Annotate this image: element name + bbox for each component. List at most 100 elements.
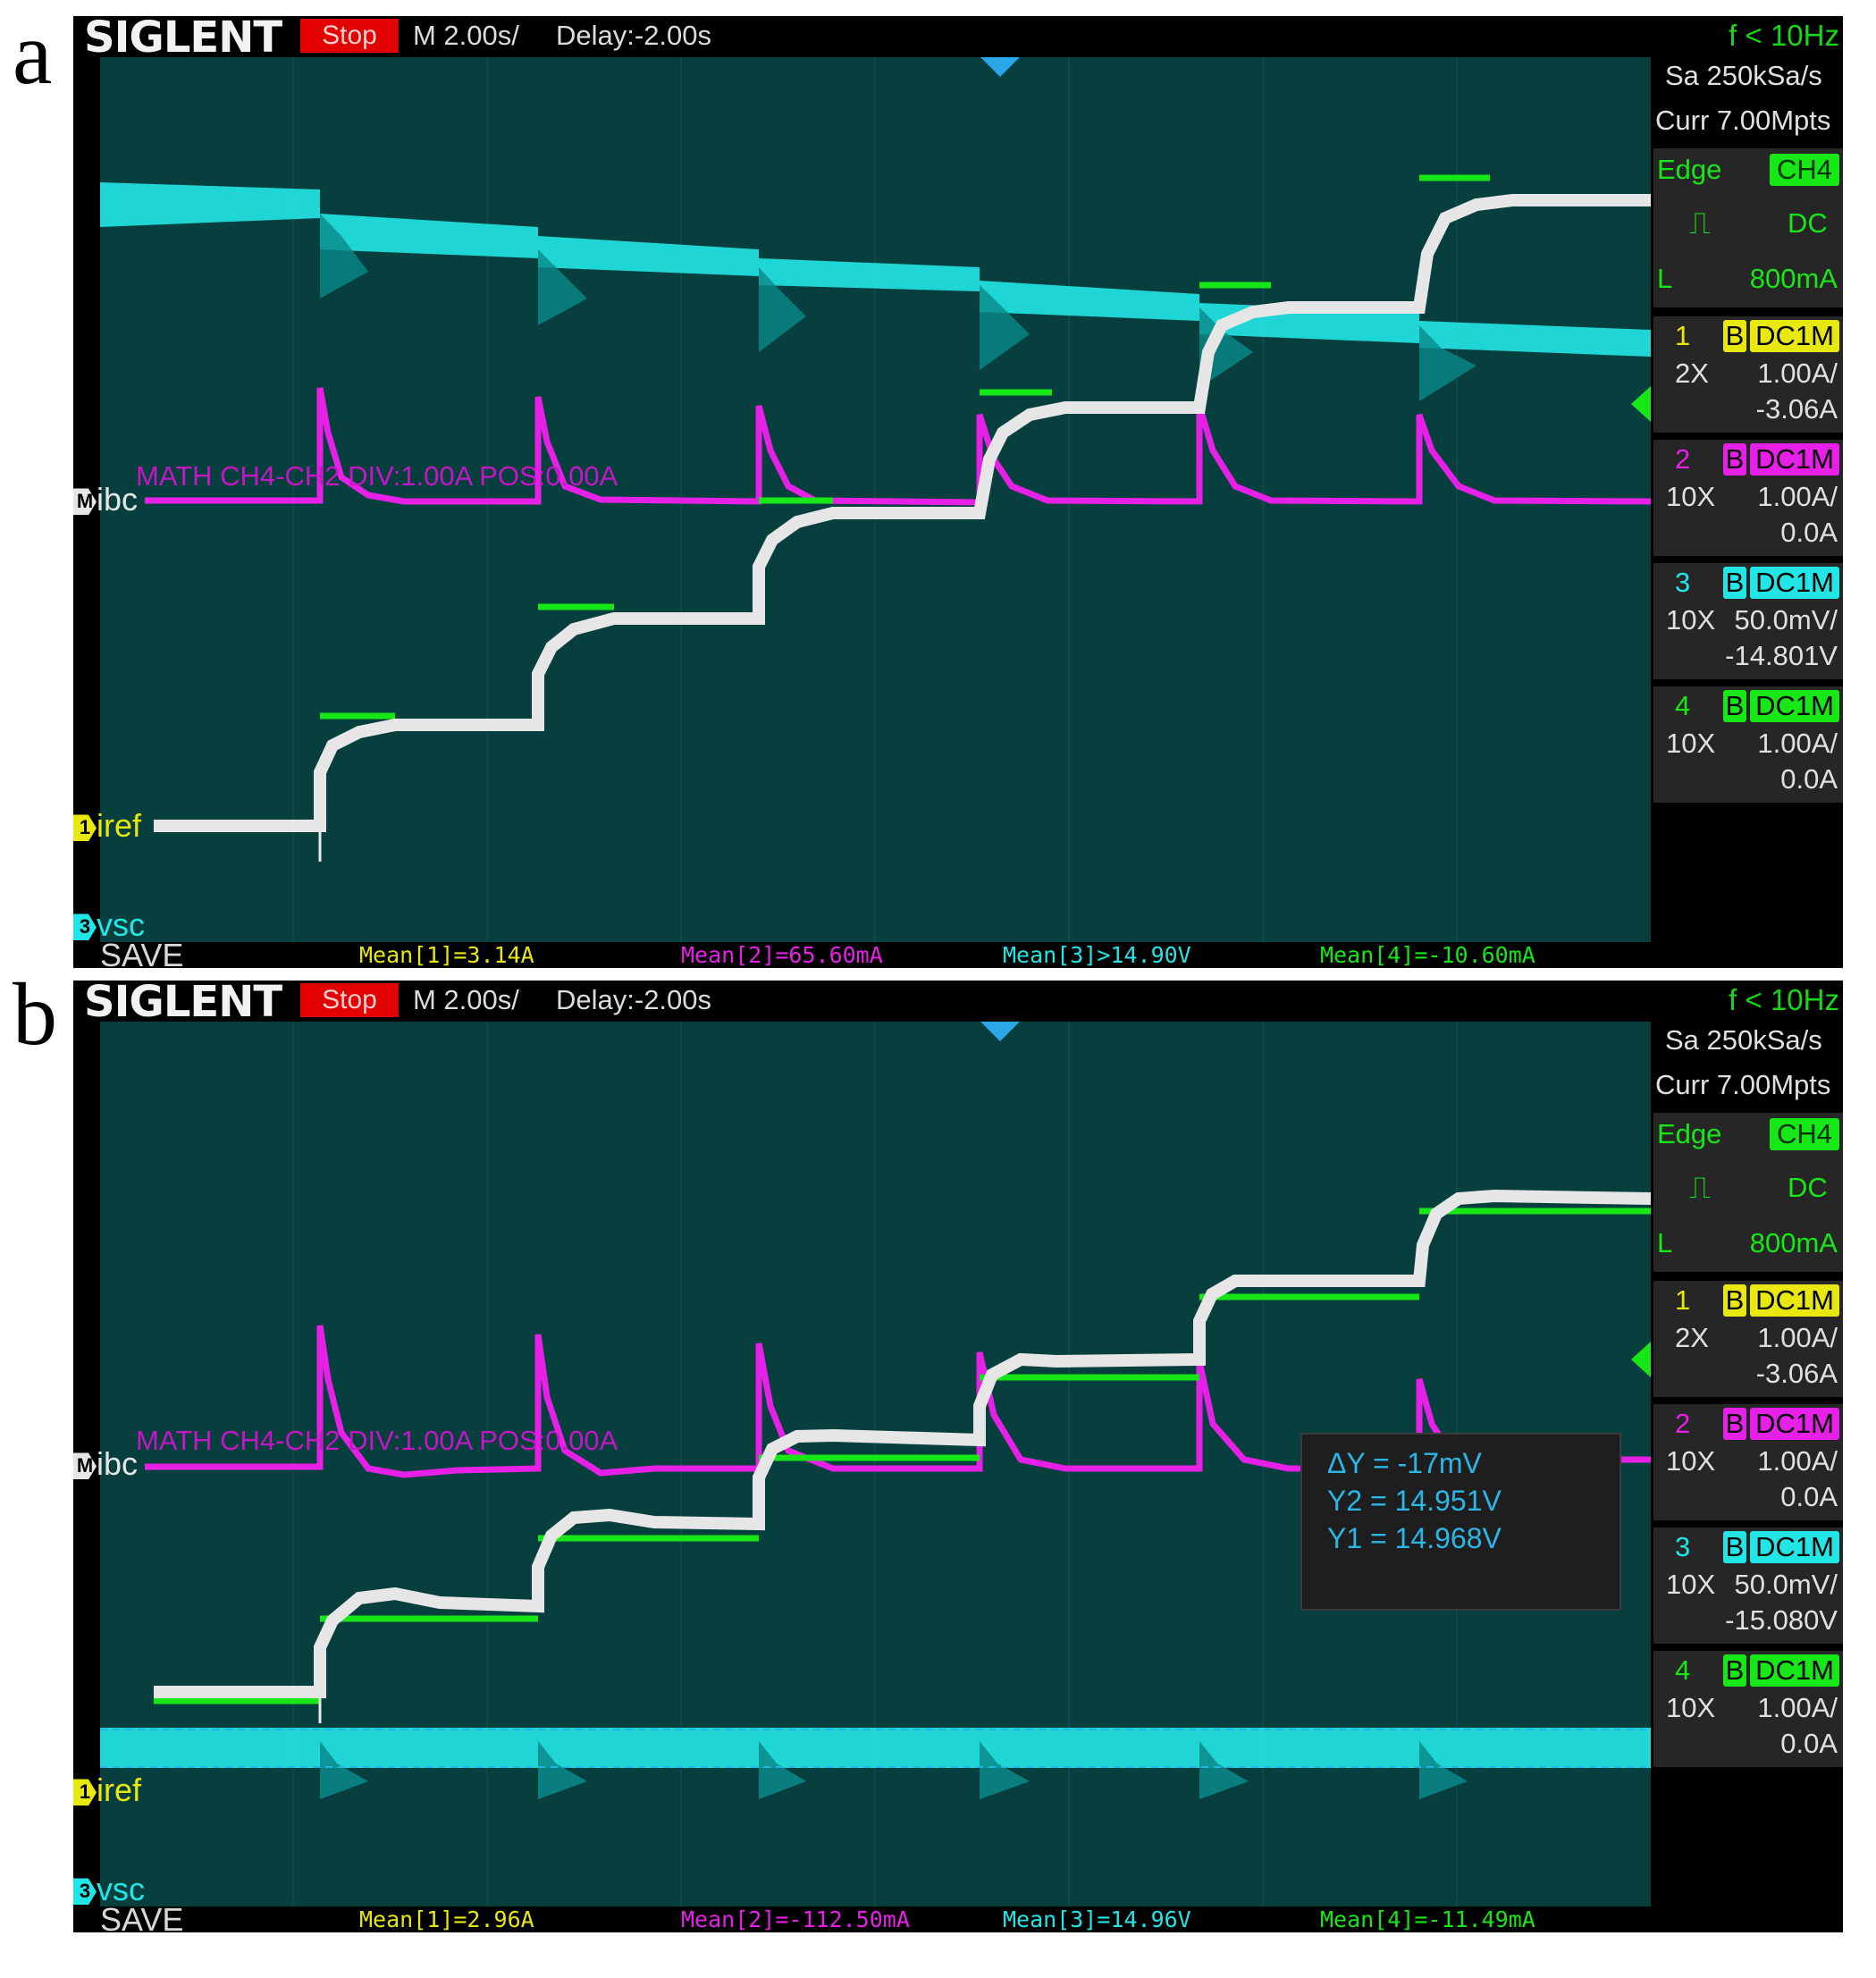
channel-number: 3 (1675, 1531, 1691, 1562)
ch1-marker[interactable]: 1 iref (73, 810, 141, 842)
top-status-bar: SIGLENT Stop M 2.00s/ Delay:-2.00s f < 1… (73, 16, 1843, 63)
channel-2-box[interactable]: 2 B DC1M 10X 1.00A/ 0.0A (1653, 440, 1843, 556)
channel-3-box[interactable]: 3 B DC1M 10X 50.0mV/ -15.080V (1653, 1528, 1843, 1644)
trigger-position-icon[interactable] (980, 1022, 1020, 1041)
trigger-source: CH4 (1770, 1118, 1839, 1150)
trigger-type: Edge (1657, 154, 1722, 185)
rising-edge-icon: ⎍ (1689, 206, 1711, 240)
ch3-marker[interactable]: 3 vsc (73, 1873, 145, 1906)
vertical-offset: 0.0A (1780, 1728, 1838, 1759)
vertical-offset: 0.0A (1780, 763, 1838, 795)
trigger-level-icon[interactable] (1631, 1342, 1651, 1377)
math-info-label: MATH CH4-CH2 DIV:1.00A POS:0.00A (136, 460, 618, 492)
mean-ch2: Mean[2]=-112.50mA (681, 1906, 910, 1932)
bandwidth-limit-badge: B (1723, 1531, 1746, 1563)
bandwidth-limit-badge: B (1723, 1284, 1746, 1317)
channel-1-box[interactable]: 1 B DC1M 2X 1.00A/ -3.06A (1653, 1281, 1843, 1397)
mean-ch3: Mean[3]>14.90V (1003, 942, 1191, 968)
vertical-scale: 1.00A/ (1757, 1445, 1838, 1477)
vertical-scale: 50.0mV/ (1734, 1569, 1838, 1600)
delay-readout[interactable]: Delay:-2.00s (556, 19, 711, 53)
run-stop-status[interactable]: Stop (300, 983, 399, 1017)
channel-1-box[interactable]: 1 B DC1M 2X 1.00A/ -3.06A (1653, 316, 1843, 433)
ch1-marker-icon: 1 (73, 814, 97, 842)
waveform-display[interactable]: MATH CH4-CH2 DIV:1.00A POS:0.00A Mibc 1i… (73, 57, 1651, 942)
trigger-coupling: DC (1788, 1172, 1828, 1203)
vertical-offset: 0.0A (1780, 517, 1838, 548)
trigger-level: 800mA (1749, 263, 1838, 294)
timebase-readout[interactable]: M 2.00s/ (413, 19, 519, 53)
trigger-position-icon[interactable] (980, 57, 1020, 77)
probe-ratio: 10X (1666, 1569, 1716, 1600)
save-button[interactable]: SAVE (100, 1904, 183, 1933)
measurement-bar: SAVE Mean[1]=3.14A Mean[2]=65.60mA Mean[… (73, 939, 1843, 969)
timebase-readout[interactable]: M 2.00s/ (413, 983, 519, 1017)
channel-number: 3 (1675, 567, 1691, 598)
ch4-trace (320, 174, 1490, 720)
mean-ch1: Mean[1]=3.14A (359, 942, 534, 968)
bandwidth-limit-badge: B (1723, 1408, 1746, 1440)
math-marker[interactable]: Mibc (73, 481, 139, 518)
channel-2-box[interactable]: 2 B DC1M 10X 1.00A/ 0.0A (1653, 1404, 1843, 1520)
channel-number: 4 (1675, 1654, 1691, 1686)
vertical-offset: -3.06A (1755, 393, 1838, 425)
ch1-marker[interactable]: 1 iref (73, 1772, 142, 1808)
frequency-counter: f < 10Hz (1729, 19, 1839, 52)
vertical-scale: 1.00A/ (1757, 1692, 1838, 1723)
vertical-offset: 0.0A (1780, 1481, 1838, 1512)
ch3-marker[interactable]: 3 vsc (73, 909, 145, 941)
ch1-marker-label: iref (97, 1772, 142, 1808)
probe-ratio: 10X (1666, 1692, 1716, 1723)
memory-depth: Curr 7.00Mpts (1655, 1069, 1831, 1100)
delay-readout[interactable]: Delay:-2.00s (556, 983, 711, 1017)
vertical-scale: 1.00A/ (1757, 728, 1838, 759)
vertical-scale: 1.00A/ (1757, 481, 1838, 512)
frequency-counter: f < 10Hz (1729, 983, 1839, 1016)
top-status-bar: SIGLENT Stop M 2.00s/ Delay:-2.00s f < 1… (73, 981, 1843, 1027)
channel-4-box[interactable]: 4 B DC1M 10X 1.00A/ 0.0A (1653, 686, 1843, 803)
channel-4-box[interactable]: 4 B DC1M 10X 1.00A/ 0.0A (1653, 1651, 1843, 1767)
panel-label-a: a (13, 4, 53, 103)
trigger-level: 800mA (1749, 1227, 1838, 1258)
waveform-display[interactable]: MATH CH4-CH2 DIV:1.00A POS:0.00A Mibc 1i… (73, 1022, 1651, 1906)
ch1-iref-trace (154, 194, 1651, 832)
bandwidth-limit-badge: B (1723, 320, 1746, 352)
cursor-y2: Y2 = 14.951V (1327, 1485, 1502, 1517)
coupling-badge: DC1M (1750, 443, 1839, 476)
panel-label-b: b (13, 964, 57, 1064)
probe-ratio: 10X (1666, 728, 1716, 759)
probe-ratio: 10X (1666, 604, 1716, 635)
math-marker-icon: M (73, 488, 97, 516)
channel-3-box[interactable]: 3 B DC1M 10X 50.0mV/ -14.801V (1653, 563, 1843, 679)
channel-number: 4 (1675, 690, 1691, 721)
cursor-readout[interactable]: ΔY = -17mV Y2 = 14.951V Y1 = 14.968V (1300, 1433, 1621, 1611)
bandwidth-limit-badge: B (1723, 1654, 1746, 1687)
trigger-level-prefix: L (1657, 263, 1673, 294)
trigger-source: CH4 (1770, 154, 1839, 186)
mean-ch2: Mean[2]=65.60mA (681, 942, 883, 968)
coupling-badge: DC1M (1750, 320, 1839, 352)
trigger-box[interactable]: Edge CH4 ⎍ DC L 800mA (1653, 1113, 1843, 1272)
measurement-bar: SAVE Mean[1]=2.96A Mean[2]=-112.50mA Mea… (73, 1904, 1843, 1933)
cursor-delta-y: ΔY = -17mV (1327, 1447, 1482, 1479)
trigger-box[interactable]: Edge CH4 ⎍ DC L 800mA (1653, 148, 1843, 307)
vertical-scale: 50.0mV/ (1734, 604, 1838, 635)
vertical-scale: 1.00A/ (1757, 1322, 1838, 1353)
coupling-badge: DC1M (1750, 1654, 1839, 1687)
mean-ch3: Mean[3]=14.96V (1003, 1906, 1191, 1932)
oscilloscope-screen-b: SIGLENT Stop M 2.00s/ Delay:-2.00s f < 1… (73, 981, 1843, 1932)
trigger-level-icon[interactable] (1631, 386, 1651, 422)
bandwidth-limit-badge: B (1723, 690, 1746, 722)
coupling-badge: DC1M (1750, 567, 1839, 599)
math-info-label: MATH CH4-CH2 DIV:1.00A POS:0.00A (136, 1425, 618, 1456)
vertical-scale: 1.00A/ (1757, 358, 1838, 389)
math-marker-label: ibc (97, 481, 139, 518)
math-marker[interactable]: Mibc (73, 1448, 138, 1480)
run-stop-status[interactable]: Stop (300, 19, 399, 53)
right-sidebar: Sa 250kSa/s Curr 7.00Mpts Edge CH4 ⎍ DC … (1651, 57, 1843, 942)
brand-logo: SIGLENT (84, 16, 282, 63)
save-button[interactable]: SAVE (100, 939, 183, 969)
vertical-offset: -3.06A (1755, 1358, 1838, 1389)
ch3-marker-icon: 3 (73, 913, 97, 941)
cursor-y1: Y1 = 14.968V (1327, 1522, 1502, 1554)
